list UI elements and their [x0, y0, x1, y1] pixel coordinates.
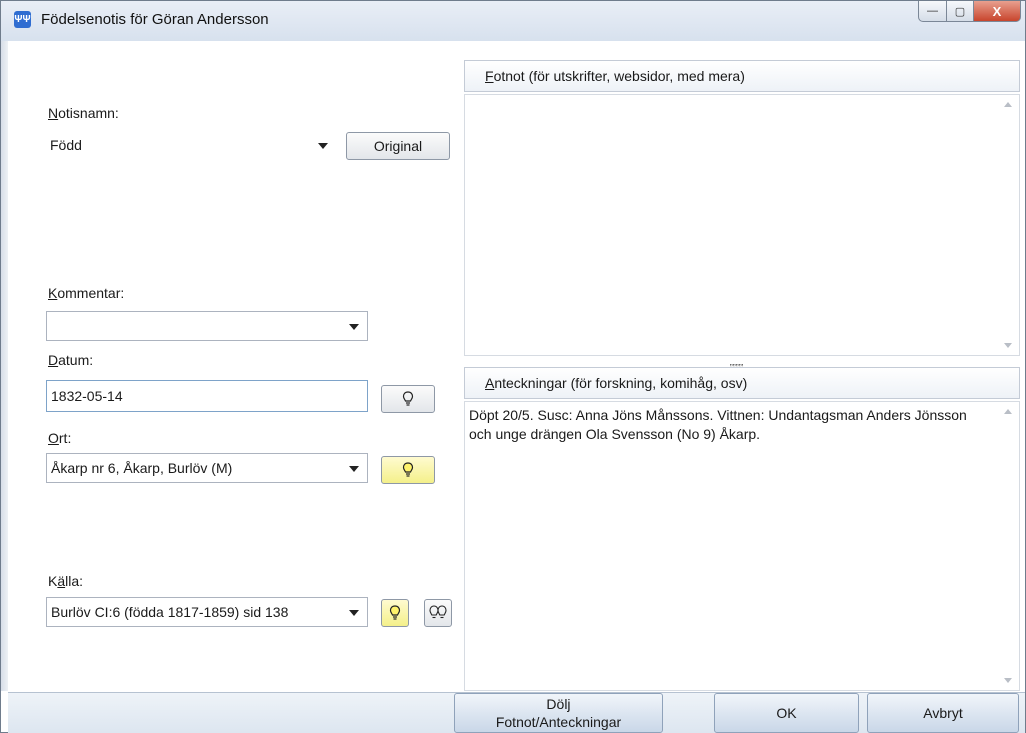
fotnot-textarea[interactable]: [464, 94, 1020, 356]
scroll-up-icon[interactable]: [1004, 102, 1012, 107]
minimize-button[interactable]: —: [918, 1, 947, 22]
original-button[interactable]: Original: [346, 132, 450, 160]
close-icon: X: [992, 3, 1002, 19]
minimize-icon: —: [927, 5, 938, 17]
kommentar-select[interactable]: [46, 311, 368, 341]
ort-select[interactable]: Åkarp nr 6, Åkarp, Burlöv (M): [46, 453, 368, 483]
datum-value: 1832-05-14: [51, 388, 123, 404]
notisnamn-value: Född: [50, 137, 82, 153]
window-controls: — ▢ X: [918, 1, 1021, 23]
close-button[interactable]: X: [974, 1, 1021, 22]
scroll-down-icon[interactable]: [1004, 678, 1012, 683]
toggle-notes-button[interactable]: Dölj Fotnot/Anteckningar: [454, 693, 663, 733]
ort-label: Ort:: [48, 430, 72, 446]
datum-label: Datum:: [48, 352, 94, 368]
fotnot-header[interactable]: Fotnot (för utskrifter, websidor, med me…: [464, 60, 1020, 92]
anteckningar-textarea[interactable]: Döpt 20/5. Susc: Anna Jöns Månssons. Vit…: [464, 401, 1020, 691]
chevron-down-icon[interactable]: [349, 324, 359, 330]
kalla-value: Burlöv CI:6 (födda 1817-1859) sid 138: [51, 604, 289, 620]
lightbulb-icon: [389, 605, 401, 620]
title-bar[interactable]: ΨΨ Födelsenotis för Göran Andersson — ▢ …: [1, 1, 1025, 41]
ort-lookup-button[interactable]: [381, 456, 435, 484]
kalla-select[interactable]: Burlöv CI:6 (födda 1817-1859) sid 138: [46, 597, 368, 627]
lightbulb-icon: [402, 462, 414, 477]
dialog-window: ΨΨ Födelsenotis för Göran Andersson — ▢ …: [0, 0, 1026, 733]
datum-lookup-button[interactable]: [381, 385, 435, 413]
window-title: Födelsenotis för Göran Andersson: [41, 11, 269, 28]
anteckningar-scrollbar[interactable]: [1000, 403, 1017, 689]
notisnamn-label: Notisnamn:: [48, 105, 119, 121]
cancel-button[interactable]: Avbryt: [867, 693, 1019, 733]
ort-value: Åkarp nr 6, Åkarp, Burlöv (M): [51, 460, 233, 476]
double-lightbulb-icon: [429, 605, 447, 619]
notisnamn-select[interactable]: Född: [45, 130, 337, 160]
chevron-down-icon[interactable]: [349, 466, 359, 472]
scroll-up-icon[interactable]: [1004, 409, 1012, 414]
toggle-notes-label: Dölj Fotnot/Anteckningar: [495, 696, 622, 730]
kalla-multi-lookup-button[interactable]: [424, 599, 452, 627]
ok-button[interactable]: OK: [714, 693, 859, 733]
datum-input[interactable]: 1832-05-14: [46, 380, 368, 412]
kalla-lookup-button[interactable]: [381, 599, 409, 627]
chevron-down-icon[interactable]: [349, 610, 359, 616]
maximize-button[interactable]: ▢: [947, 1, 974, 22]
app-icon: ΨΨ: [14, 11, 31, 28]
kommentar-label: Kommentar:: [48, 285, 125, 301]
lightbulb-icon: [402, 391, 414, 406]
fotnot-scrollbar[interactable]: [1000, 96, 1017, 354]
splitter-handle[interactable]: ,,,,,,,,,: [706, 357, 766, 367]
kalla-label: Källa:: [48, 573, 84, 589]
chevron-down-icon[interactable]: [318, 143, 328, 149]
anteckningar-header[interactable]: Anteckningar (för forskning, komihåg, os…: [464, 367, 1020, 399]
maximize-icon: ▢: [954, 5, 966, 18]
scroll-down-icon[interactable]: [1004, 343, 1012, 348]
left-edge: [1, 41, 8, 691]
